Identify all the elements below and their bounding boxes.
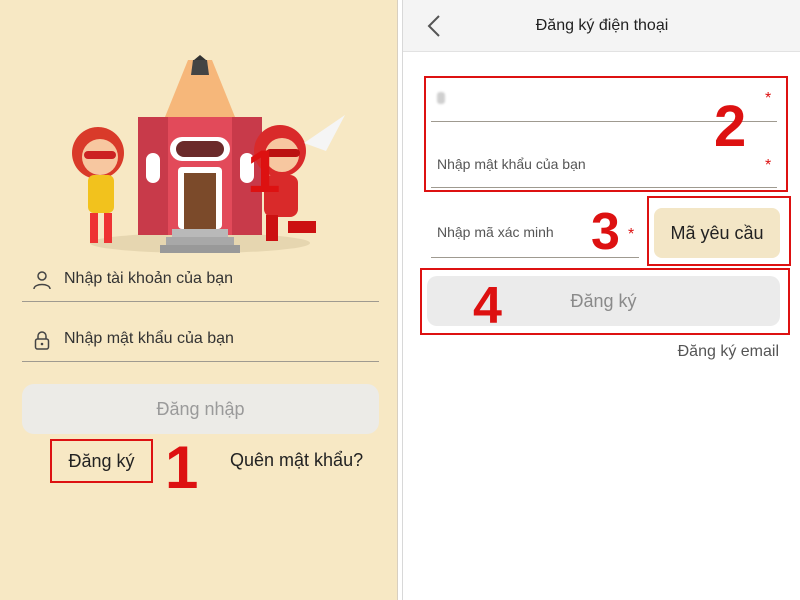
step-marker-2: 2 <box>714 94 747 159</box>
email-register-link[interactable]: Đăng ký email <box>678 343 779 361</box>
login-screen: 1 Nhập tài khoản của bạn Nhập mật khẩu c… <box>0 0 398 600</box>
forgot-password-link[interactable]: Quên mật khẩu? <box>230 450 363 471</box>
username-field[interactable]: Nhập tài khoản của bạn <box>22 258 379 302</box>
page-title: Đăng ký điện thoại <box>535 17 669 34</box>
step-marker-4: 4 <box>473 277 502 335</box>
required-mark: * <box>765 90 772 107</box>
required-mark: * <box>765 157 772 174</box>
step-marker-1b: 1 <box>165 434 199 501</box>
verification-code-placeholder: Nhập mã xác minh <box>437 224 554 240</box>
step-marker-1: 1 <box>247 138 281 205</box>
lock-icon <box>34 331 50 350</box>
screenshot-stage: 1 Nhập tài khoản của bạn Nhập mật khẩu c… <box>0 0 800 600</box>
register-link[interactable]: Đăng ký <box>50 439 153 483</box>
user-icon <box>33 271 51 290</box>
step-marker-3: 3 <box>591 203 620 261</box>
password-placeholder: Nhập mật khẩu của bạn <box>64 330 234 347</box>
mascot-illustration <box>72 55 345 253</box>
reg-password-placeholder: Nhập mật khẩu của bạn <box>437 156 586 172</box>
request-code-button[interactable]: Mã yêu cầu <box>654 208 780 258</box>
username-placeholder: Nhập tài khoản của bạn <box>64 270 234 287</box>
header-bar: Đăng ký điện thoại <box>403 0 800 52</box>
phone-value-blurred <box>437 92 445 104</box>
required-mark: * <box>628 226 635 243</box>
password-field[interactable]: Nhập mật khẩu của bạn <box>22 318 379 362</box>
phone-register-screen: Đăng ký điện thoại * Nhập mật khẩu của b… <box>402 0 800 600</box>
login-button[interactable]: Đăng nhập <box>22 384 379 434</box>
